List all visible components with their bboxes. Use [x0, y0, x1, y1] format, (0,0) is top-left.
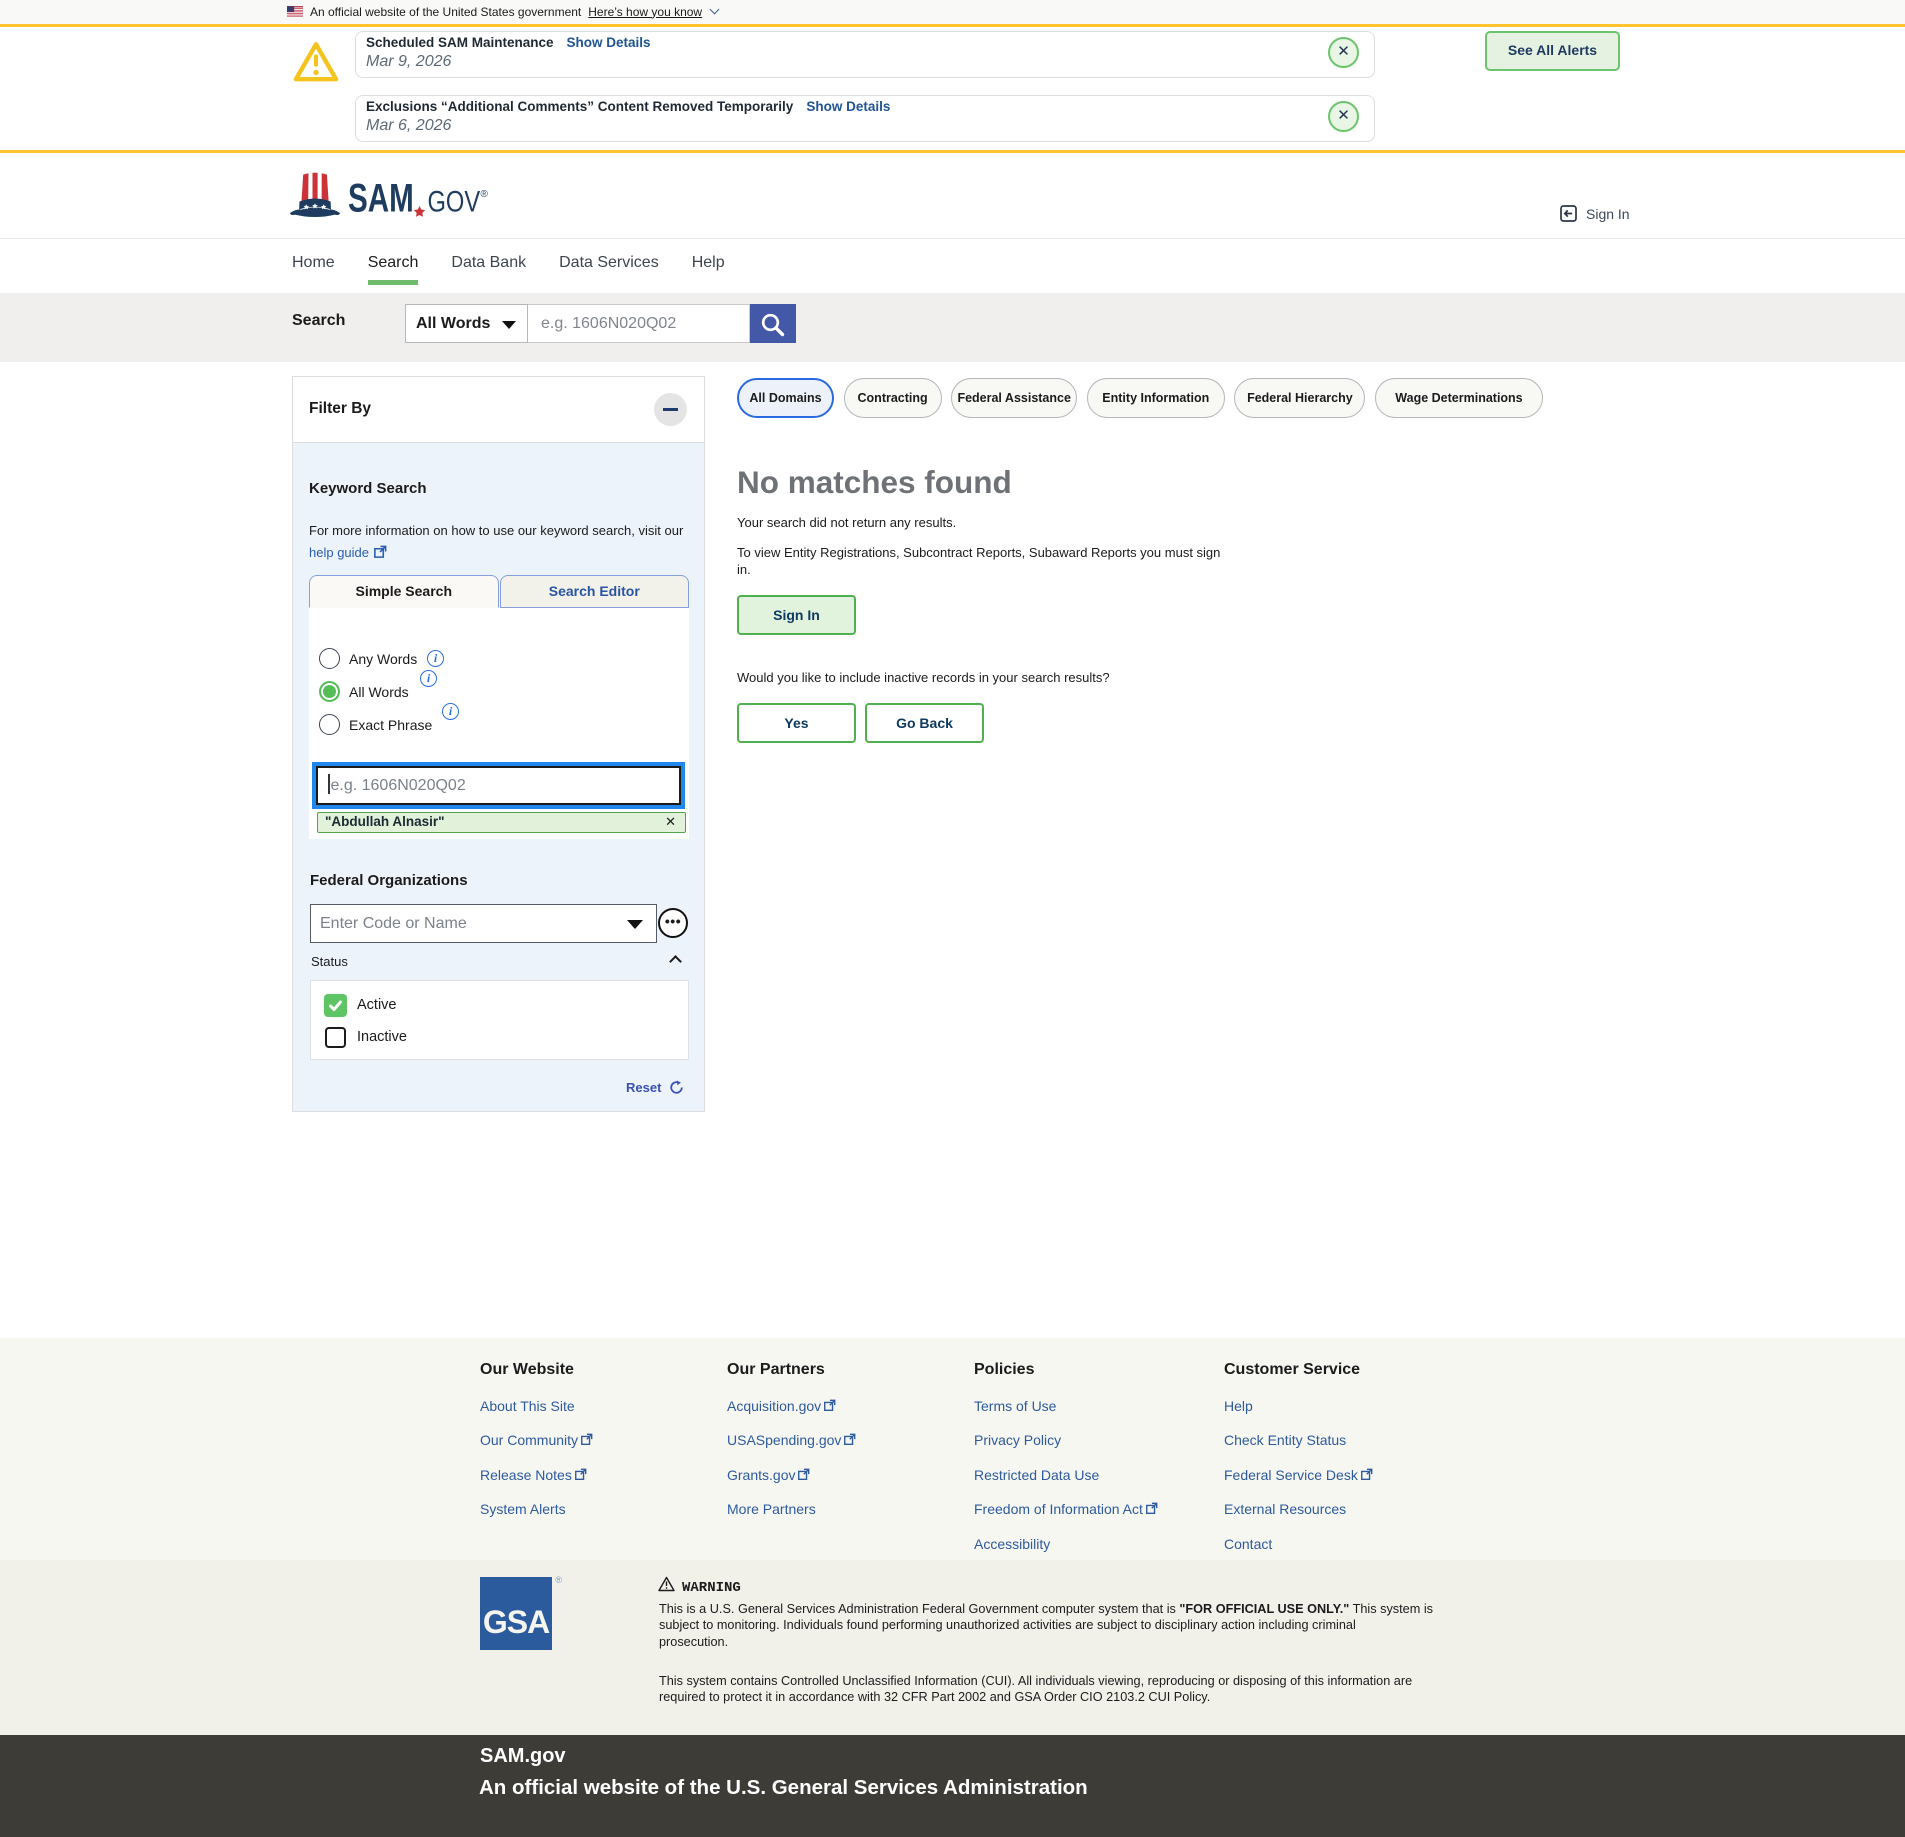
svg-text:®: ® — [481, 189, 489, 200]
svg-text:GOV: GOV — [428, 185, 481, 218]
svg-text:SAM: SAM — [348, 176, 414, 220]
